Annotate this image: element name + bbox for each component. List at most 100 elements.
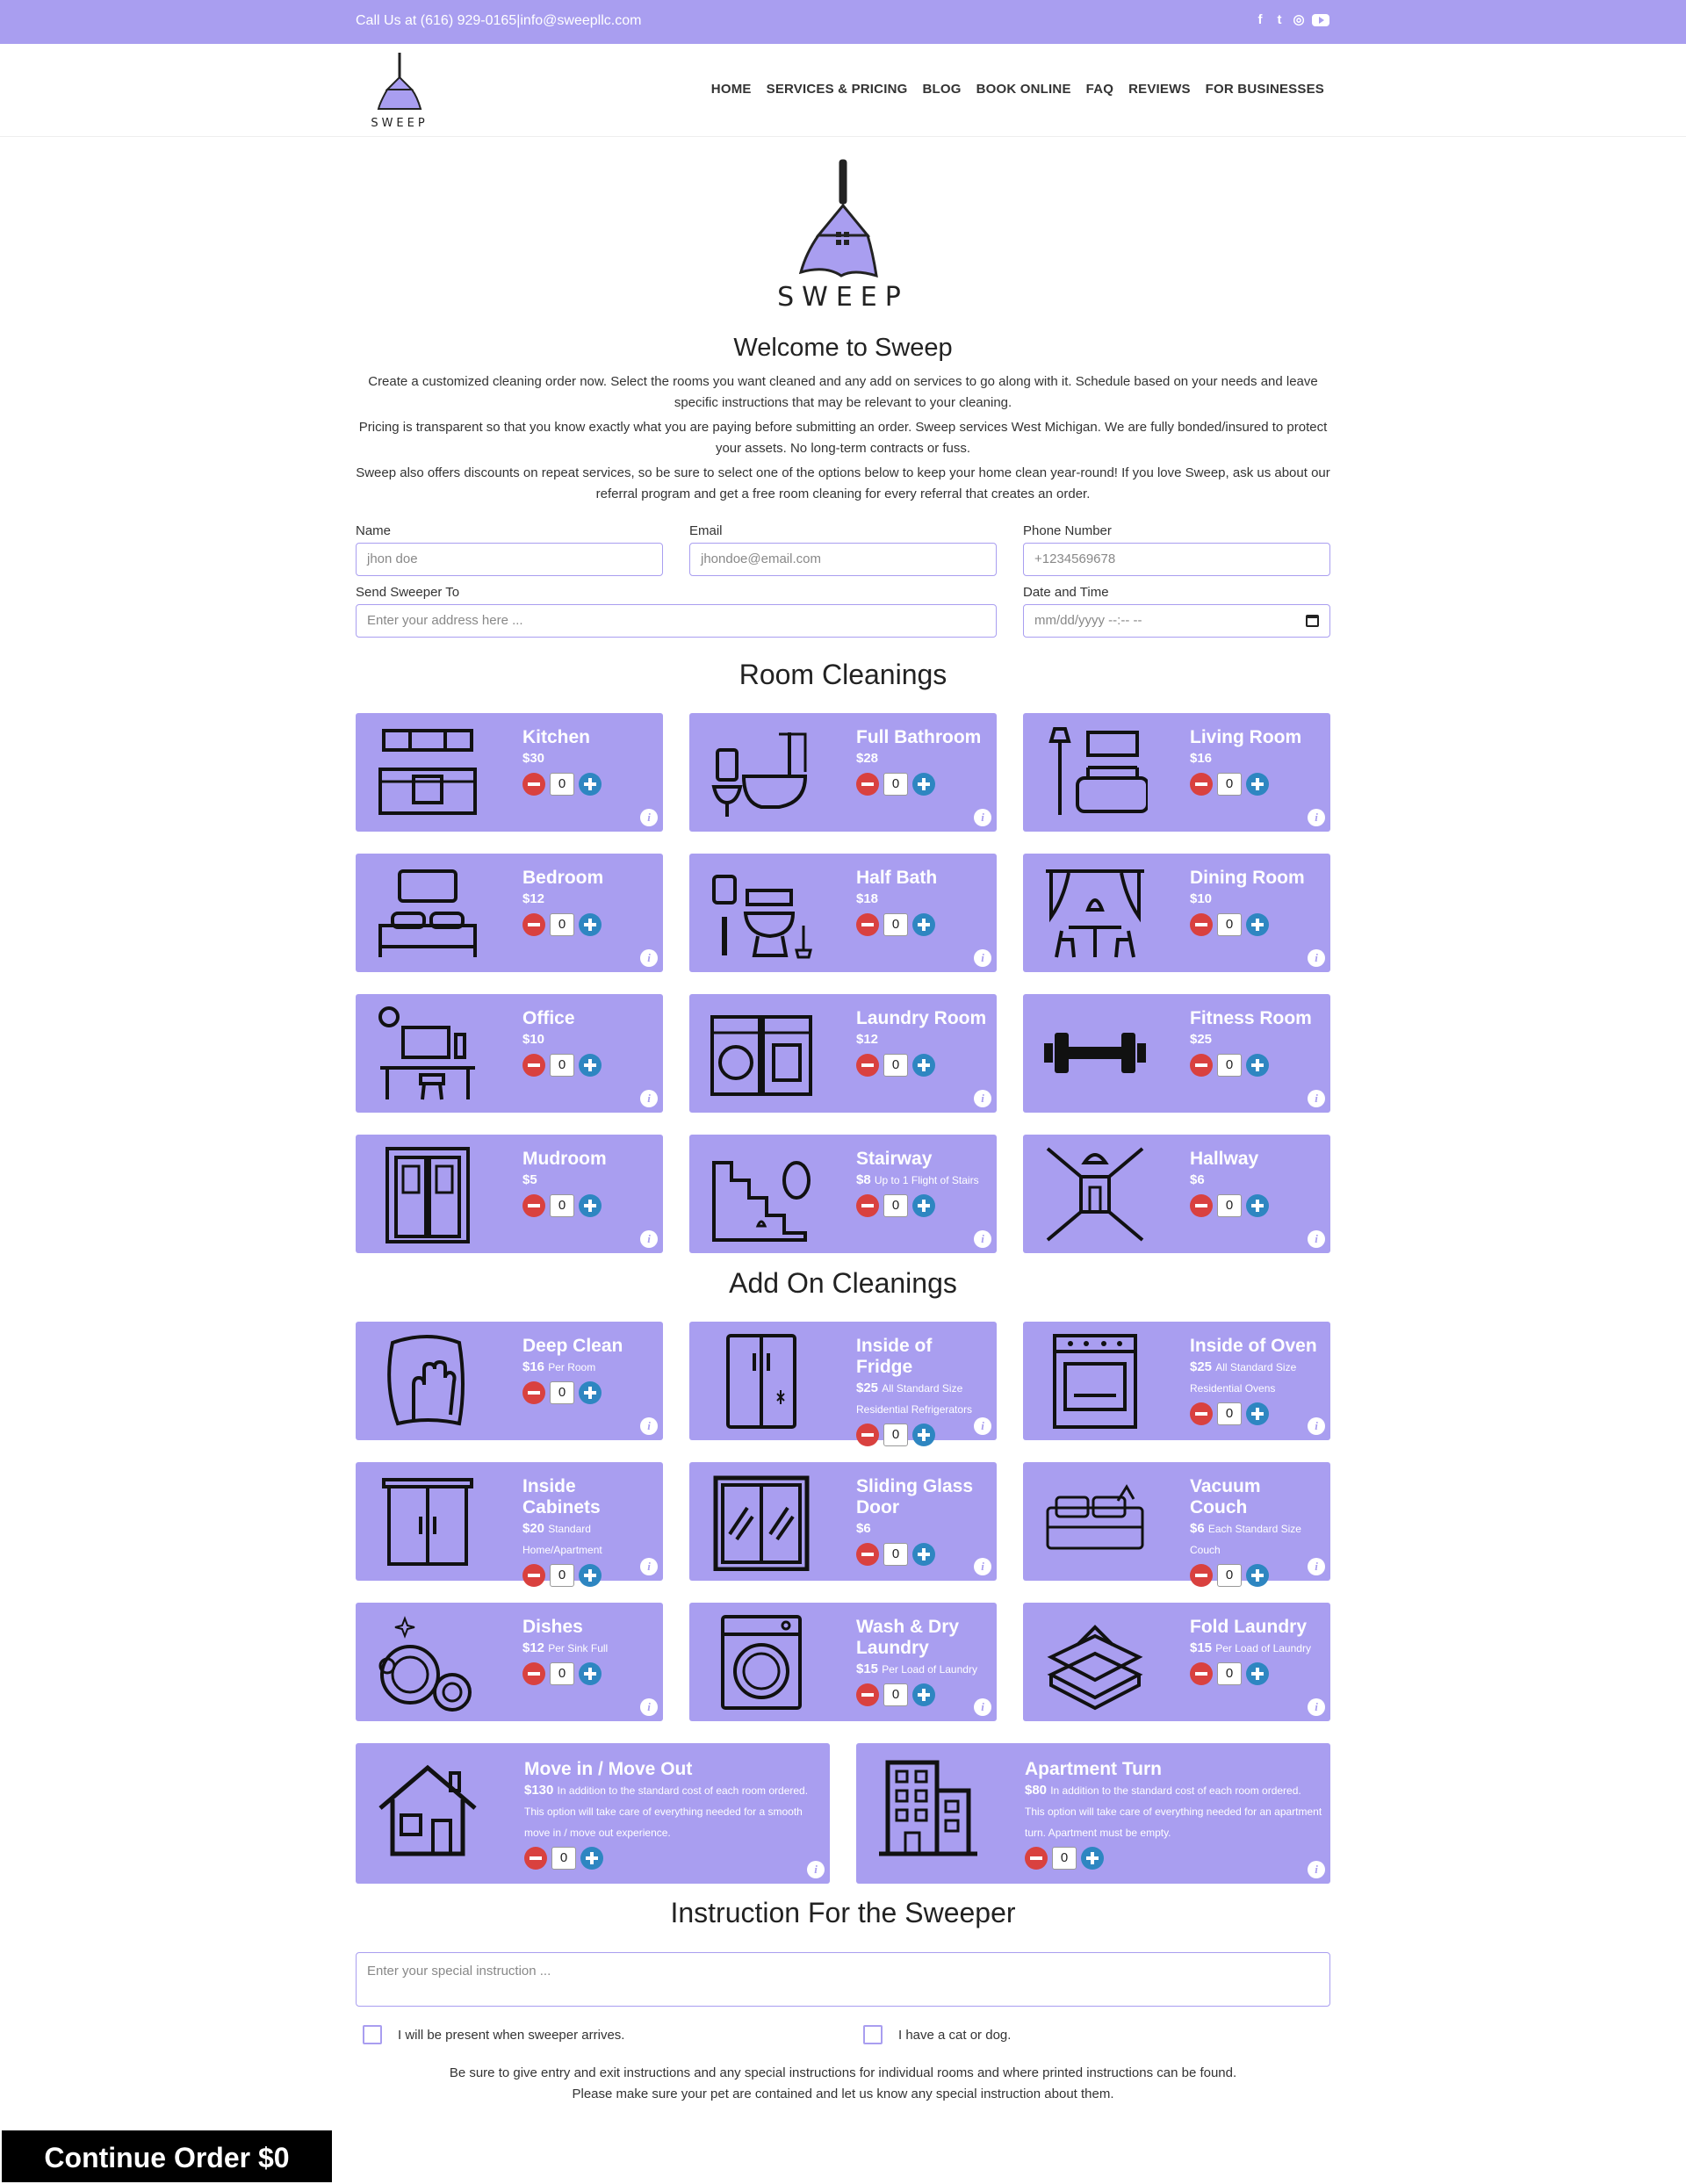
increment-button[interactable] bbox=[912, 1424, 935, 1446]
info-icon[interactable]: i bbox=[974, 1417, 991, 1435]
info-icon[interactable]: i bbox=[640, 1090, 658, 1107]
quantity-input[interactable]: 0 bbox=[550, 1662, 574, 1685]
increment-button[interactable] bbox=[912, 1054, 935, 1077]
info-icon[interactable]: i bbox=[640, 1558, 658, 1575]
info-icon[interactable]: i bbox=[1308, 809, 1325, 826]
decrement-button[interactable] bbox=[1190, 1402, 1213, 1425]
info-icon[interactable]: i bbox=[974, 1558, 991, 1575]
quantity-input[interactable]: 0 bbox=[883, 913, 908, 936]
decrement-button[interactable] bbox=[522, 1564, 545, 1587]
nav-reviews[interactable]: REVIEWS bbox=[1128, 82, 1191, 97]
info-icon[interactable]: i bbox=[1308, 1230, 1325, 1248]
decrement-button[interactable] bbox=[1190, 1054, 1213, 1077]
twitter-icon[interactable]: t bbox=[1273, 12, 1286, 28]
quantity-input[interactable]: 0 bbox=[550, 1194, 574, 1217]
increment-button[interactable] bbox=[1246, 913, 1269, 936]
increment-button[interactable] bbox=[579, 1054, 602, 1077]
info-icon[interactable]: i bbox=[974, 1230, 991, 1248]
quantity-input[interactable]: 0 bbox=[550, 1054, 574, 1077]
increment-button[interactable] bbox=[912, 1683, 935, 1706]
decrement-button[interactable] bbox=[522, 1054, 545, 1077]
increment-button[interactable] bbox=[912, 913, 935, 936]
info-icon[interactable]: i bbox=[974, 809, 991, 826]
quantity-input[interactable]: 0 bbox=[550, 773, 574, 796]
increment-button[interactable] bbox=[579, 773, 602, 796]
increment-button[interactable] bbox=[1246, 773, 1269, 796]
decrement-button[interactable] bbox=[856, 1543, 879, 1566]
decrement-button[interactable] bbox=[856, 773, 879, 796]
info-icon[interactable]: i bbox=[1308, 1861, 1325, 1878]
decrement-button[interactable] bbox=[1190, 1194, 1213, 1217]
address-input[interactable]: Enter your address here ... bbox=[356, 604, 997, 638]
decrement-button[interactable] bbox=[522, 913, 545, 936]
quantity-input[interactable]: 0 bbox=[550, 1564, 574, 1587]
info-icon[interactable]: i bbox=[974, 1698, 991, 1716]
increment-button[interactable] bbox=[579, 1194, 602, 1217]
info-icon[interactable]: i bbox=[640, 809, 658, 826]
quantity-input[interactable]: 0 bbox=[1217, 1662, 1242, 1685]
nav-book-online[interactable]: BOOK ONLINE bbox=[976, 82, 1071, 97]
contact-info[interactable]: Call Us at (616) 929-0165|info@sweepllc.… bbox=[356, 13, 641, 29]
decrement-button[interactable] bbox=[1190, 773, 1213, 796]
sweep-logo-small[interactable]: SWEEP bbox=[364, 51, 435, 130]
increment-button[interactable] bbox=[912, 773, 935, 796]
info-icon[interactable]: i bbox=[640, 1417, 658, 1435]
decrement-button[interactable] bbox=[522, 1194, 545, 1217]
decrement-button[interactable] bbox=[522, 773, 545, 796]
quantity-input[interactable]: 0 bbox=[1217, 1564, 1242, 1587]
decrement-button[interactable] bbox=[856, 1194, 879, 1217]
increment-button[interactable] bbox=[912, 1543, 935, 1566]
quantity-input[interactable]: 0 bbox=[1217, 1402, 1242, 1425]
decrement-button[interactable] bbox=[1190, 1564, 1213, 1587]
decrement-button[interactable] bbox=[1025, 1847, 1048, 1870]
increment-button[interactable] bbox=[580, 1847, 603, 1870]
email-input[interactable]: jhondoe@email.com bbox=[689, 543, 997, 576]
increment-button[interactable] bbox=[1246, 1054, 1269, 1077]
increment-button[interactable] bbox=[912, 1194, 935, 1217]
increment-button[interactable] bbox=[579, 1381, 602, 1404]
nav-blog[interactable]: BLOG bbox=[922, 82, 961, 97]
increment-button[interactable] bbox=[1246, 1402, 1269, 1425]
quantity-input[interactable]: 0 bbox=[1217, 1194, 1242, 1217]
quantity-input[interactable]: 0 bbox=[883, 1054, 908, 1077]
quantity-input[interactable]: 0 bbox=[883, 773, 908, 796]
nav-home[interactable]: HOME bbox=[711, 82, 752, 97]
info-icon[interactable]: i bbox=[640, 949, 658, 967]
info-icon[interactable]: i bbox=[1308, 1698, 1325, 1716]
decrement-button[interactable] bbox=[1190, 1662, 1213, 1685]
nav-faq[interactable]: FAQ bbox=[1086, 82, 1113, 97]
info-icon[interactable]: i bbox=[974, 1090, 991, 1107]
youtube-icon[interactable] bbox=[1312, 14, 1329, 26]
facebook-icon[interactable]: f bbox=[1254, 12, 1266, 28]
info-icon[interactable]: i bbox=[1308, 1417, 1325, 1435]
quantity-input[interactable]: 0 bbox=[551, 1847, 576, 1870]
continue-order-button[interactable]: Continue Order $0 bbox=[0, 2129, 334, 2184]
phone-input[interactable]: +1234569678 bbox=[1023, 543, 1330, 576]
increment-button[interactable] bbox=[1246, 1194, 1269, 1217]
quantity-input[interactable]: 0 bbox=[883, 1424, 908, 1446]
quantity-input[interactable]: 0 bbox=[883, 1543, 908, 1566]
decrement-button[interactable] bbox=[524, 1847, 547, 1870]
nav-services-pricing[interactable]: SERVICES & PRICING bbox=[767, 82, 908, 97]
decrement-button[interactable] bbox=[856, 1683, 879, 1706]
instagram-icon[interactable]: ◎ bbox=[1293, 12, 1305, 28]
info-icon[interactable]: i bbox=[640, 1698, 658, 1716]
info-icon[interactable]: i bbox=[640, 1230, 658, 1248]
increment-button[interactable] bbox=[1246, 1564, 1269, 1587]
datetime-input[interactable]: mm/dd/yyyy --:-- -- bbox=[1023, 604, 1330, 638]
increment-button[interactable] bbox=[579, 1564, 602, 1587]
increment-button[interactable] bbox=[579, 913, 602, 936]
decrement-button[interactable] bbox=[856, 1424, 879, 1446]
calendar-icon[interactable] bbox=[1306, 615, 1319, 627]
decrement-button[interactable] bbox=[1190, 913, 1213, 936]
decrement-button[interactable] bbox=[856, 913, 879, 936]
decrement-button[interactable] bbox=[522, 1662, 545, 1685]
increment-button[interactable] bbox=[1081, 1847, 1104, 1870]
info-icon[interactable]: i bbox=[1308, 1558, 1325, 1575]
info-icon[interactable]: i bbox=[1308, 949, 1325, 967]
info-icon[interactable]: i bbox=[1308, 1090, 1325, 1107]
name-input[interactable]: jhon doe bbox=[356, 543, 663, 576]
quantity-input[interactable]: 0 bbox=[550, 1381, 574, 1404]
quantity-input[interactable]: 0 bbox=[1217, 773, 1242, 796]
increment-button[interactable] bbox=[1246, 1662, 1269, 1685]
